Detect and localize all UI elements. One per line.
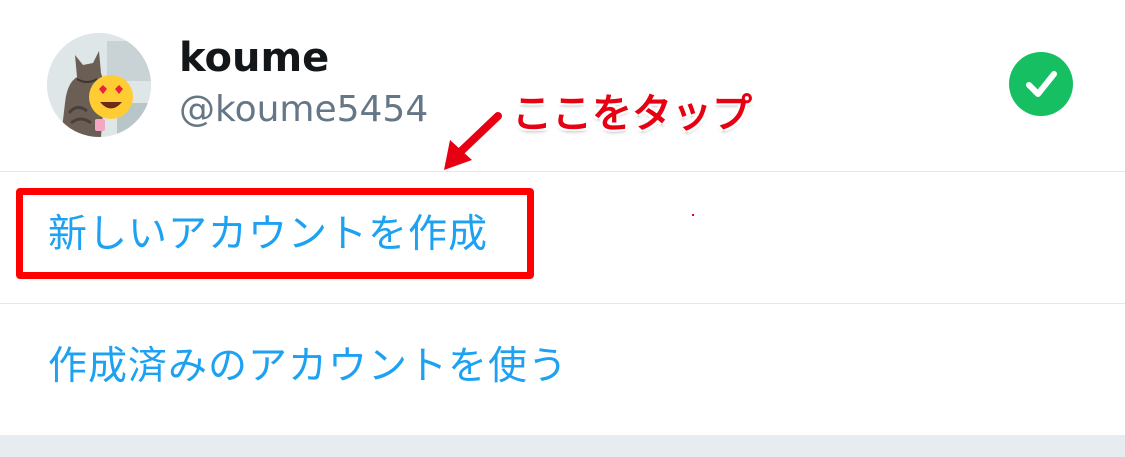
checkmark-icon <box>1009 52 1073 116</box>
highlight-box <box>16 188 534 279</box>
divider <box>0 303 1125 304</box>
tap-here-annotation: ここをタップ <box>512 91 752 137</box>
cat-avatar-icon <box>47 33 151 137</box>
annotation-dot <box>692 214 694 216</box>
annotation-arrow-icon <box>444 112 502 170</box>
display-name: koume <box>179 35 330 81</box>
divider <box>0 171 1125 172</box>
use-existing-account-link[interactable]: 作成済みのアカウントを使う <box>48 343 568 391</box>
current-account-row[interactable]: koume @koume5454 <box>0 0 1125 171</box>
footer-separator <box>0 435 1125 457</box>
avatar <box>47 33 151 137</box>
account-handle: @koume5454 <box>179 89 429 130</box>
